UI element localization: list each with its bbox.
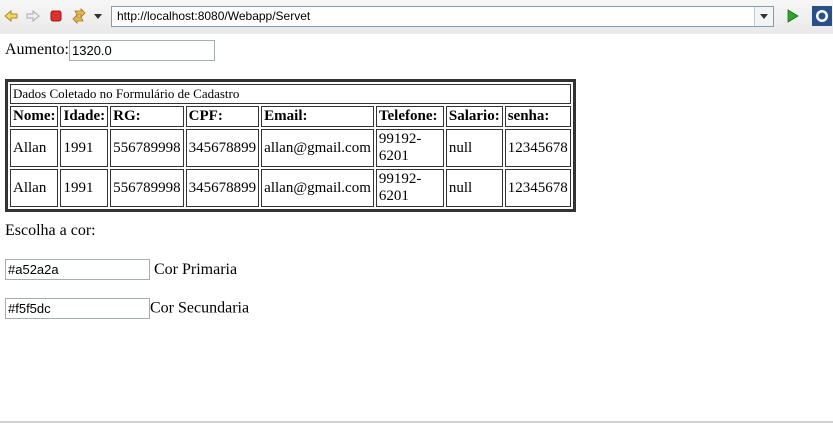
cor-primaria-row: #a52a2a Cor Primaria [5,259,237,280]
address-bar[interactable]: http://localhost:8080/Webapp/Servet [111,6,774,27]
address-url[interactable]: http://localhost:8080/Webapp/Servet [117,9,310,23]
header-nome: Nome: [10,106,59,127]
aumento-label: Aumento: [5,41,69,59]
table-header-row: Nome: Idade: RG: CPF: Email: Telefone: S… [10,106,571,127]
aumento-row: Aumento: 1320.0 [5,40,215,62]
stop-icon[interactable] [48,8,64,24]
cor-secundaria-input[interactable]: #f5f5dc [5,298,150,319]
cor-secundaria-label: Cor Secundaria [150,299,250,317]
refresh-icon[interactable] [71,8,87,24]
aumento-input[interactable]: 1320.0 [69,40,215,61]
table-row: Allan 1991 556789998 345678899 allan@gma… [10,129,571,167]
header-salario: Salario: [445,106,503,127]
escolha-cor-title: Escolha a cor: [5,222,96,239]
header-idade: Idade: [60,106,109,127]
cor-secundaria-row: #f5f5dc Cor Secundaria [5,298,249,319]
cell-nome: Allan [10,169,59,207]
cell-nome: Allan [10,129,59,167]
cell-rg: 556789998 [110,169,184,207]
chevron-down-icon[interactable] [93,8,103,24]
browser-toolbar: http://localhost:8080/Webapp/Servet [0,0,833,34]
cadastro-table: Dados Coletado no Formulário de Cadastro… [5,79,576,212]
cell-rg: 556789998 [110,129,184,167]
cell-idade: 1991 [60,169,109,207]
cell-telefone: 99192-6201 [375,169,444,207]
header-senha: senha: [504,106,571,127]
cell-salario: null [445,129,503,167]
header-rg: RG: [110,106,184,127]
address-dropdown-button[interactable] [754,7,773,26]
cell-idade: 1991 [60,129,109,167]
table-caption: Dados Coletado no Formulário de Cadastro [10,84,571,104]
cell-cpf: 345678899 [185,129,260,167]
table-row: Allan 1991 556789998 345678899 allan@gma… [10,169,571,207]
cell-email: allan@gmail.com [261,129,374,167]
cell-cpf: 345678899 [185,169,260,207]
go-play-icon[interactable] [784,8,800,24]
forward-arrow-icon[interactable] [25,8,41,24]
table-caption-row: Dados Coletado no Formulário de Cadastro [10,84,571,104]
cell-senha: 12345678 [504,169,571,207]
cell-telefone: 99192-6201 [375,129,444,167]
cor-primaria-input[interactable]: #a52a2a [5,259,150,280]
cadastro-table-wrapper: Dados Coletado no Formulário de Cadastro… [5,79,576,212]
cell-email: allan@gmail.com [261,169,374,207]
cell-senha: 12345678 [504,129,571,167]
back-arrow-icon[interactable] [3,8,19,24]
header-telefone: Telefone: [375,106,444,127]
header-email: Email: [261,106,374,127]
cell-salario: null [445,169,503,207]
header-cpf: CPF: [185,106,260,127]
cor-primaria-label: Cor Primaria [154,260,238,278]
browser-app-icon[interactable] [812,6,832,26]
